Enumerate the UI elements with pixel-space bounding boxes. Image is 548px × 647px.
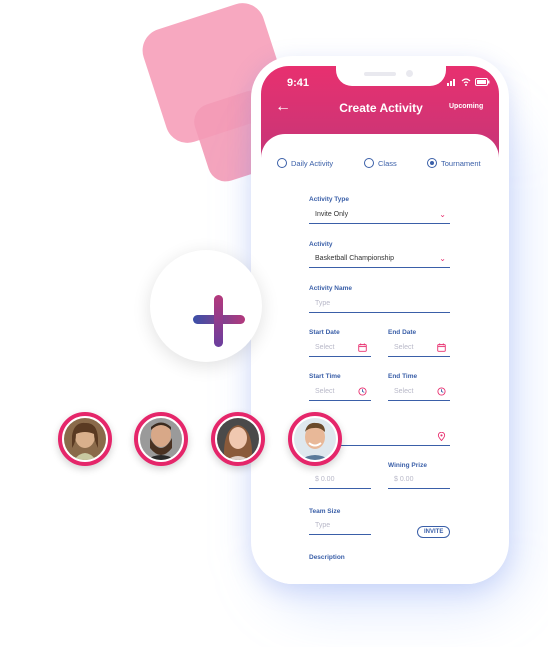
back-arrow-icon[interactable]: ← (275, 98, 291, 116)
radio-label: Class (378, 158, 397, 168)
team-size-label: Team Size (309, 508, 341, 515)
chevron-down-icon: ⌄ (439, 210, 446, 219)
activity-type-select[interactable]: Invite Only ⌄ (309, 208, 450, 224)
activity-select[interactable]: Basketball Championship ⌄ (309, 252, 450, 268)
radio-button[interactable] (277, 158, 287, 168)
calendar-icon (358, 343, 367, 352)
activity-label: Activity (309, 241, 333, 248)
entry-fee-input[interactable]: $ 0.00 (309, 473, 371, 489)
activity-type-value: Invite Only (315, 211, 349, 218)
invite-button[interactable]: INVITE (417, 526, 451, 538)
radio-button-selected[interactable] (427, 158, 437, 168)
form-card (261, 134, 499, 584)
upcoming-link[interactable]: Upcoming (449, 103, 483, 110)
avatar[interactable] (211, 412, 265, 466)
end-time-placeholder: Select (394, 388, 414, 395)
radio-class[interactable]: Class (364, 158, 397, 168)
wifi-icon (461, 78, 471, 86)
phone-notch (336, 66, 446, 86)
end-date-placeholder: Select (394, 344, 414, 351)
activity-name-placeholder: Type (315, 300, 331, 307)
avatar-image (64, 418, 106, 460)
camera-dot (406, 70, 413, 77)
avatar[interactable] (288, 412, 342, 466)
activity-type-label: Activity Type (309, 196, 349, 203)
end-date-label: End Date (388, 329, 417, 336)
signal-icon (447, 79, 455, 86)
wining-prize-label: Wining Prize (388, 462, 427, 469)
start-date-placeholder: Select (315, 344, 335, 351)
plus-icon-vertical (214, 295, 223, 347)
team-size-input[interactable]: Type (309, 519, 371, 535)
start-time-label: Start Time (309, 373, 341, 380)
status-icons (447, 78, 490, 86)
activity-name-input[interactable]: Type (309, 297, 450, 313)
entry-fee-placeholder: $ 0.00 (315, 476, 335, 483)
start-time-placeholder: Select (315, 388, 335, 395)
avatar-image (140, 418, 182, 460)
battery-icon (475, 78, 490, 86)
start-date-input[interactable]: Select (309, 341, 371, 357)
page-title: Create Activity (339, 101, 423, 115)
speaker-grill (364, 72, 396, 76)
radio-label: Tournament (441, 158, 481, 168)
end-time-label: End Time (388, 373, 418, 380)
avatar[interactable] (58, 412, 112, 466)
activity-value: Basketball Championship (315, 255, 394, 262)
calendar-icon (437, 343, 446, 352)
chevron-down-icon: ⌄ (439, 254, 446, 263)
phone-mockup: 9:41 ← Create Activity Upcoming Daily Ac… (251, 56, 509, 584)
end-time-input[interactable]: Select (388, 385, 450, 401)
radio-button[interactable] (364, 158, 374, 168)
team-size-placeholder: Type (315, 522, 331, 529)
radio-daily-activity[interactable]: Daily Activity (277, 158, 333, 168)
avatar-image (217, 418, 259, 460)
start-date-label: Start Date (309, 329, 340, 336)
avatar[interactable] (134, 412, 188, 466)
add-button[interactable] (150, 250, 262, 362)
activity-name-label: Activity Name (309, 285, 352, 292)
avatar-image (294, 418, 336, 460)
location-pin-icon (437, 432, 446, 441)
status-time: 9:41 (287, 77, 310, 89)
wining-prize-placeholder: $ 0.00 (394, 476, 414, 483)
start-time-input[interactable]: Select (309, 385, 371, 401)
end-date-input[interactable]: Select (388, 341, 450, 357)
clock-icon (358, 387, 367, 396)
radio-tournament[interactable]: Tournament (427, 158, 481, 168)
description-label: Description (309, 554, 345, 561)
radio-label: Daily Activity (291, 158, 334, 168)
clock-icon (437, 387, 446, 396)
wining-prize-input[interactable]: $ 0.00 (388, 473, 450, 489)
